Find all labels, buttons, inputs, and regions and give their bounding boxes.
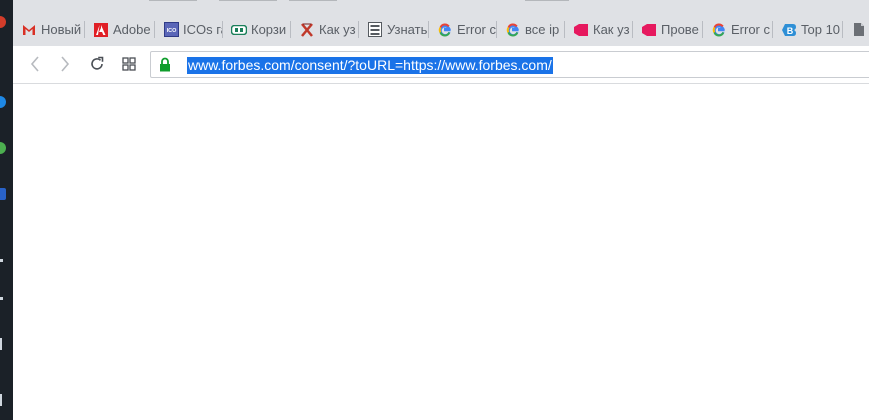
tab-label: Top 10	[801, 22, 841, 37]
gmail-icon	[21, 22, 37, 38]
google-icon	[437, 22, 453, 38]
left-app-strip	[0, 0, 13, 420]
app-blue-icon[interactable]	[0, 96, 6, 108]
bar-icon	[0, 394, 2, 406]
tab-icos[interactable]: ICO ICOs га	[155, 16, 223, 43]
app-green-icon[interactable]	[0, 142, 6, 154]
tab-error-2[interactable]: Error c	[703, 16, 773, 43]
tag-icon	[573, 22, 589, 38]
tab-label: ICOs га	[183, 22, 223, 37]
address-bar[interactable]: www.forbes.com/consent/?toURL=https://ww…	[150, 51, 869, 78]
tab-error-1[interactable]: Error c	[429, 16, 497, 43]
chevron-left-icon	[30, 55, 40, 75]
tab-label: Error c	[731, 22, 770, 37]
tab-label: все ip	[525, 22, 560, 37]
reload-button[interactable]	[86, 54, 108, 76]
x-logo-icon	[299, 22, 315, 38]
clipped-text-fragment	[219, 0, 277, 1]
dot-icon	[0, 297, 3, 300]
tab-kak-uz[interactable]: Как уз	[565, 16, 633, 43]
tab-cart[interactable]: Корзи	[223, 16, 291, 43]
cart-icon	[231, 22, 247, 38]
grid-icon	[122, 56, 136, 74]
tab-document[interactable]	[843, 16, 869, 43]
tab-uznat[interactable]: Узнать	[359, 16, 429, 43]
reload-icon	[89, 56, 105, 75]
forward-button[interactable]	[54, 54, 76, 76]
tab-label: Как уз	[319, 22, 356, 37]
google-icon	[505, 22, 521, 38]
ico-icon: ICO	[163, 22, 179, 38]
speed-dial-button[interactable]	[118, 54, 140, 76]
clipped-text-fragment	[149, 0, 197, 1]
browser-toolbar: www.forbes.com/consent/?toURL=https://ww…	[13, 46, 869, 84]
tab-label: Adobe	[113, 22, 151, 37]
tab-top-10[interactable]: B Top 10	[773, 16, 843, 43]
bar-icon	[0, 338, 2, 350]
tab-label: Error c	[457, 22, 496, 37]
google-icon	[711, 22, 727, 38]
clipped-text-fragment	[289, 0, 337, 1]
app-square-icon[interactable]	[0, 188, 6, 200]
dot-icon	[0, 259, 3, 262]
chevron-right-icon	[60, 55, 70, 75]
back-button[interactable]	[24, 54, 46, 76]
page-content-blank	[13, 84, 869, 420]
lock-icon[interactable]	[159, 57, 171, 75]
tab-label: Прове	[661, 22, 699, 37]
tab-label: Новый	[41, 22, 82, 37]
tab-label: Как уз	[593, 22, 630, 37]
clipped-text-fragment	[525, 0, 569, 1]
b-logo-icon: B	[781, 22, 797, 38]
app-red-icon[interactable]	[0, 16, 6, 28]
list-icon	[367, 22, 383, 38]
url-text-selected[interactable]: www.forbes.com/consent/?toURL=https://ww…	[187, 57, 553, 74]
svg-text:B: B	[787, 26, 794, 36]
tab-label: Корзи	[251, 22, 287, 37]
tab-gmail[interactable]: Новый	[13, 16, 85, 43]
tab-prove[interactable]: Прове	[633, 16, 703, 43]
tab-x[interactable]: Как уз	[291, 16, 359, 43]
tag-icon	[641, 22, 657, 38]
tab-label: Узнать	[387, 22, 428, 37]
svg-text:ICO: ICO	[166, 28, 177, 34]
tab-strip: Новый Adobe ICO ICOs га Корзи Как уз	[13, 0, 869, 46]
adobe-icon	[93, 22, 109, 38]
document-icon	[851, 22, 867, 38]
tab-adobe[interactable]: Adobe	[85, 16, 155, 43]
tab-vse-ip[interactable]: все ip	[497, 16, 565, 43]
